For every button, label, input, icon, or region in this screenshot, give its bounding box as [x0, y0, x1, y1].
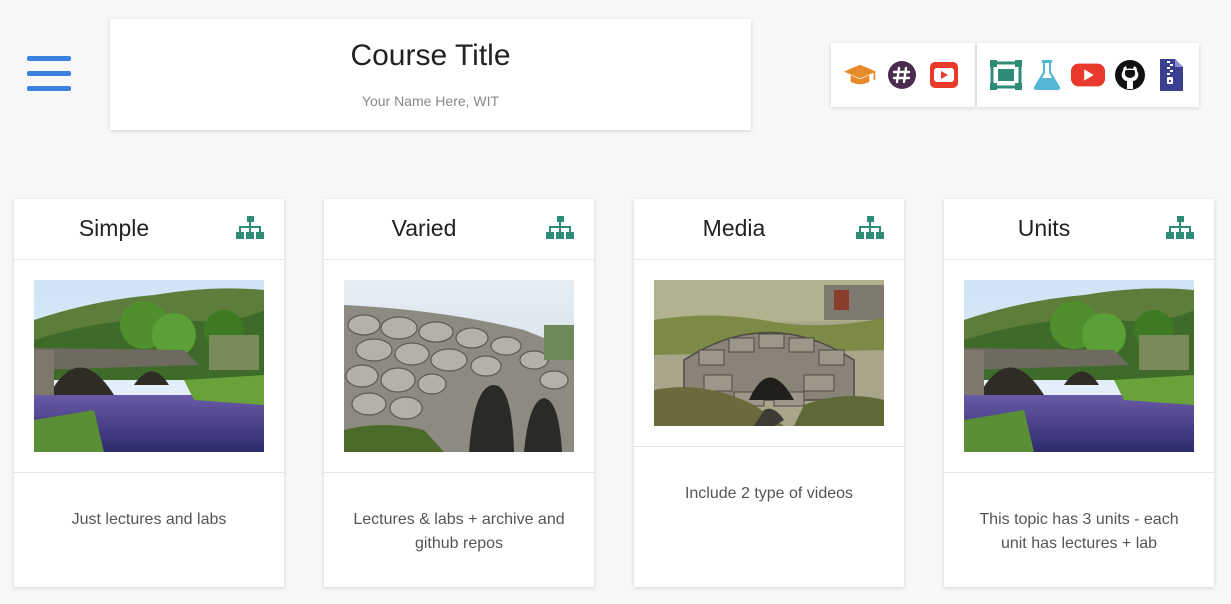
resources-links-group — [977, 43, 1199, 107]
card-image-area — [324, 260, 594, 473]
topic-card-media[interactable]: Media Include 2 type of videos — [634, 199, 904, 587]
topic-card-varied[interactable]: Varied Lectures & labs + archive and git… — [324, 199, 594, 587]
card-description: This topic has 3 units - each unit has l… — [979, 511, 1179, 552]
card-image-area — [944, 260, 1214, 473]
course-author: Your Name Here, WIT — [361, 93, 500, 109]
hamburger-bar — [27, 86, 71, 91]
card-description: Include 2 type of videos — [684, 485, 854, 502]
screen-capture-icon[interactable] — [989, 59, 1022, 91]
topic-card-units[interactable]: Units This topic has 3 units - each unit… — [944, 199, 1214, 587]
hamburger-bar — [27, 71, 71, 76]
sitemap-icon[interactable] — [856, 216, 884, 240]
card-image-area — [14, 260, 284, 473]
card-header: Units — [944, 199, 1214, 260]
card-header: Simple — [14, 199, 284, 260]
graduation-cap-icon[interactable] — [843, 59, 877, 91]
topic-card-simple[interactable]: Simple Just lectures and labs — [14, 199, 284, 587]
card-description: Lectures & labs + archive and github rep… — [353, 511, 565, 552]
course-header: Course Title Your Name Here, WIT — [110, 19, 751, 130]
course-links-group — [831, 43, 975, 107]
slack-icon[interactable] — [885, 59, 919, 91]
stone-bridge-river-image — [34, 280, 264, 452]
old-stone-footbridge-image — [654, 280, 884, 426]
zip-file-icon[interactable] — [1154, 59, 1187, 91]
card-image-area — [634, 260, 904, 447]
card-header: Varied — [324, 199, 594, 260]
course-title: Course Title — [350, 39, 511, 72]
youtube-icon[interactable] — [927, 59, 961, 91]
sitemap-icon[interactable] — [236, 216, 264, 240]
card-title: Media — [702, 215, 766, 241]
hamburger-bar — [27, 56, 71, 61]
card-title: Varied — [391, 215, 457, 241]
stone-bridge-river-image — [964, 280, 1194, 452]
flask-icon[interactable] — [1030, 59, 1063, 91]
card-title: Units — [1017, 215, 1071, 241]
youtube-icon[interactable] — [1071, 59, 1105, 91]
dry-stone-bridge-image — [344, 280, 574, 452]
card-title: Simple — [78, 215, 150, 241]
sitemap-icon[interactable] — [546, 216, 574, 240]
card-description: Just lectures and labs — [71, 511, 227, 528]
menu-hamburger-icon[interactable] — [27, 56, 71, 96]
github-icon[interactable] — [1113, 59, 1146, 91]
sitemap-icon[interactable] — [1166, 216, 1194, 240]
card-header: Media — [634, 199, 904, 260]
